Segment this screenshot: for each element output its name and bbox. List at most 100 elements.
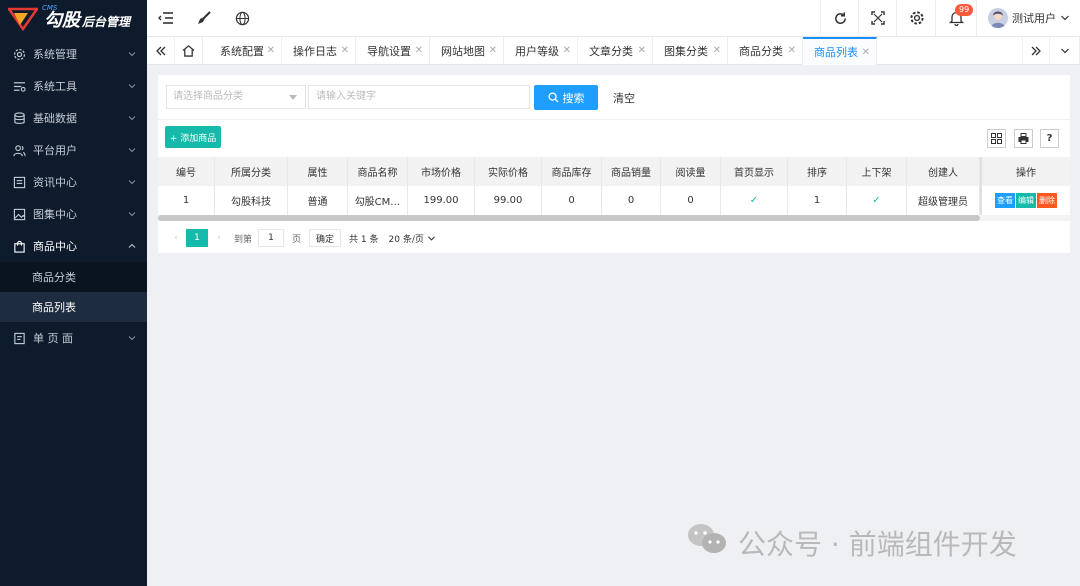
total-count: 共 1 条: [349, 234, 379, 245]
topbar-divider: [858, 0, 859, 37]
delete-button[interactable]: 删除: [1037, 193, 1057, 208]
sidebar-item-users[interactable]: 平台用户: [0, 134, 147, 166]
tab-system-config[interactable]: 系统配置 ✕: [209, 37, 282, 65]
user-menu[interactable]: 测试用户: [988, 8, 1070, 28]
table-header-cell: 编号: [158, 157, 215, 186]
horizontal-scrollbar[interactable]: [158, 215, 980, 221]
next-page-icon[interactable]: ›: [208, 233, 230, 243]
table-header-cell: 首页显示: [721, 157, 788, 186]
goto-confirm-button[interactable]: 确定: [309, 229, 342, 247]
cell-actions: 查看 编辑 删除: [980, 186, 1070, 215]
edit-button[interactable]: 编辑: [1016, 193, 1036, 208]
wechat-icon: [686, 522, 728, 563]
sidebar-item-goods[interactable]: 商品中心: [0, 230, 147, 262]
tab-goods-list[interactable]: 商品列表 ✕: [803, 37, 877, 65]
add-goods-button[interactable]: + 添加商品: [165, 126, 221, 148]
database-icon: [12, 111, 26, 125]
tabs-scroll-right-icon[interactable]: [1022, 37, 1050, 65]
tab-gallery-category[interactable]: 图集分类 ✕: [653, 37, 728, 65]
cell-home-show-check-icon: ✓: [721, 186, 788, 215]
sidebar-item-news[interactable]: 资讯中心: [0, 166, 147, 198]
tab-label: 商品列表: [814, 46, 858, 59]
goto-page-input[interactable]: 1: [258, 229, 285, 247]
page-size-select[interactable]: 20 条/页: [389, 232, 436, 245]
gear-icon: [12, 47, 26, 61]
sidebar-menu: 系统管理 系统工具 基础数据 平台用户 资讯中心 图集中心 商品中心 商品分类 …: [0, 38, 147, 354]
close-icon[interactable]: ✕: [415, 45, 423, 56]
keyword-input-placeholder: 请输入关键字: [316, 91, 376, 102]
tab-sitemap[interactable]: 网站地图 ✕: [430, 37, 504, 65]
sidebar-subitem-goods-list[interactable]: 商品列表: [0, 292, 147, 322]
tab-article-category[interactable]: 文章分类 ✕: [578, 37, 653, 65]
sidebar-subitem-goods-category[interactable]: 商品分类: [0, 262, 147, 292]
table-row[interactable]: 1 勾股科技 普通 勾股CM… 199.00 99.00 0 0 0 ✓ 1 ✓…: [158, 186, 1070, 215]
close-icon[interactable]: ✕: [489, 45, 497, 56]
print-icon[interactable]: [1014, 129, 1033, 148]
table-header-cell: 实际价格: [475, 157, 542, 186]
cell-category: 勾股科技: [215, 186, 288, 215]
page-icon: [12, 331, 26, 345]
globe-icon[interactable]: [233, 9, 251, 27]
tab-label: 网站地图: [441, 45, 485, 58]
close-icon[interactable]: ✕: [862, 47, 870, 58]
chevron-down-icon: [128, 336, 136, 341]
cell-sales: 0: [602, 186, 661, 215]
tab-label: 导航设置: [367, 45, 411, 58]
tabs-bar: 系统配置 ✕ 操作日志 ✕ 导航设置 ✕ 网站地图 ✕ 用户等级 ✕ 文章分类 ✕ 图集分类…: [147, 37, 1080, 65]
watermark-text: 公众号 · 前端组件开发: [738, 527, 1017, 561]
watermark: 公众号 · 前端组件开发: [686, 522, 1017, 563]
help-button[interactable]: ?: [1040, 129, 1059, 148]
fullscreen-icon[interactable]: [869, 9, 887, 27]
table-header-cell: 市场价格: [408, 157, 475, 186]
search-button[interactable]: 搜索: [534, 85, 598, 110]
goods-list-panel: 请选择商品分类 请输入关键字 搜索 清空 + 添加商品 ? 编号 所属分类 属性…: [158, 75, 1070, 253]
sidebar-item-pages[interactable]: 单 页 面: [0, 322, 147, 354]
topbar-divider: [820, 0, 821, 37]
table-header-cell: 商品库存: [542, 157, 602, 186]
tab-goods-category[interactable]: 商品分类 ✕: [728, 37, 803, 65]
chevron-down-icon: [128, 84, 136, 89]
clear-button[interactable]: 清空: [606, 85, 642, 110]
add-goods-label: + 添加商品: [169, 133, 217, 144]
sidebar-item-tools[interactable]: 系统工具: [0, 70, 147, 102]
chevron-up-icon: [128, 243, 136, 248]
logo-icon: [6, 7, 40, 32]
cell-creator: 超级管理员: [907, 186, 980, 215]
divider: [158, 119, 1070, 120]
cell-stock: 0: [542, 186, 602, 215]
close-icon[interactable]: ✕: [267, 45, 275, 56]
prev-page-icon[interactable]: ‹: [166, 233, 186, 243]
columns-filter-icon[interactable]: [987, 129, 1006, 148]
table-header-cell: 阅读量: [661, 157, 721, 186]
table-header-cell: 上下架: [847, 157, 907, 186]
tabs-scroll-left-icon[interactable]: [147, 37, 175, 65]
home-tab-icon[interactable]: [175, 37, 203, 65]
tab-user-level[interactable]: 用户等级 ✕: [504, 37, 578, 65]
sidebar-item-data[interactable]: 基础数据: [0, 102, 147, 134]
tools-icon: [12, 79, 26, 93]
sidebar: CMS 勾股 后台管理 系统管理 系统工具 基础数据 平台用户 资讯中心 图集中…: [0, 0, 147, 586]
view-button[interactable]: 查看: [995, 193, 1015, 208]
close-icon[interactable]: ✕: [713, 45, 721, 56]
refresh-icon[interactable]: [831, 9, 849, 27]
tab-nav-settings[interactable]: 导航设置 ✕: [356, 37, 430, 65]
close-icon[interactable]: ✕: [788, 45, 796, 56]
help-label: ?: [1046, 133, 1053, 144]
tab-label: 文章分类: [589, 45, 633, 58]
app-logo[interactable]: CMS 勾股 后台管理: [0, 0, 147, 38]
clear-button-label: 清空: [613, 91, 635, 105]
close-icon[interactable]: ✕: [638, 45, 646, 56]
category-select[interactable]: 请选择商品分类: [166, 85, 306, 109]
page-current[interactable]: 1: [186, 229, 208, 247]
keyword-input[interactable]: 请输入关键字: [308, 85, 530, 109]
settings-gear-icon[interactable]: [908, 9, 926, 27]
sidebar-item-gallery[interactable]: 图集中心: [0, 198, 147, 230]
sidebar-item-system[interactable]: 系统管理: [0, 38, 147, 70]
tabs-menu-chevron-down-icon[interactable]: [1050, 37, 1080, 65]
users-icon: [12, 143, 26, 157]
collapse-menu-icon[interactable]: [157, 9, 175, 27]
close-icon[interactable]: ✕: [341, 45, 349, 56]
clear-cache-brush-icon[interactable]: [195, 9, 213, 27]
tab-operation-log[interactable]: 操作日志 ✕: [282, 37, 356, 65]
close-icon[interactable]: ✕: [563, 45, 571, 56]
